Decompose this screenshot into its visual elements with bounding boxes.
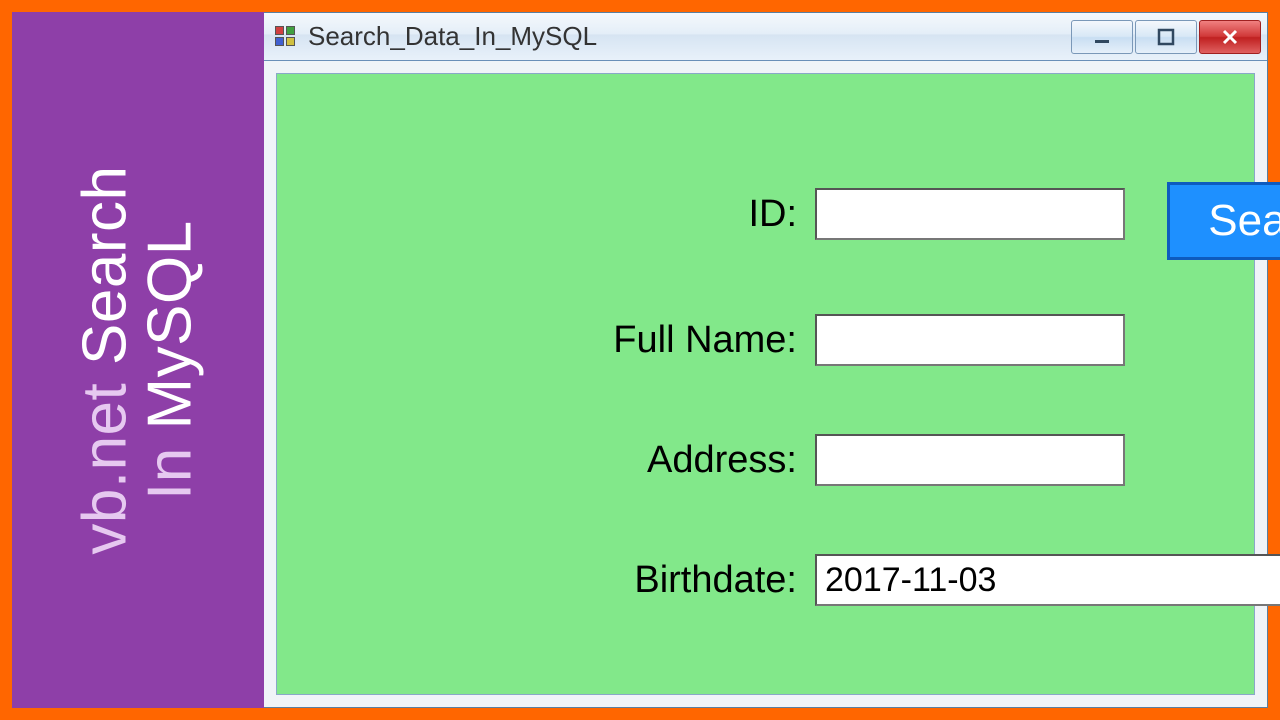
banner-search-word: Search bbox=[71, 165, 140, 364]
app-window: Search_Data_In_MySQL bbox=[264, 12, 1268, 708]
app-icon bbox=[274, 25, 298, 49]
birthdate-value: 2017-11-03 bbox=[825, 561, 996, 600]
birthdate-field[interactable]: 2017-11-03 bbox=[815, 554, 1280, 606]
form-panel: ID: Search Full Name: Address: Birthdate… bbox=[276, 73, 1255, 695]
banner-mysql-word: MySQL bbox=[136, 220, 205, 429]
birthdate-label: Birthdate: bbox=[577, 559, 815, 602]
close-icon bbox=[1219, 26, 1241, 48]
search-button[interactable]: Search bbox=[1167, 182, 1280, 260]
side-banner: vb.net Search In MySQL bbox=[12, 12, 264, 708]
id-field[interactable] bbox=[815, 188, 1125, 240]
fullname-label: Full Name: bbox=[577, 319, 815, 362]
address-field[interactable] bbox=[815, 434, 1125, 486]
address-label: Address: bbox=[577, 439, 815, 482]
id-label: ID: bbox=[577, 193, 815, 236]
close-button[interactable] bbox=[1199, 20, 1261, 54]
maximize-icon bbox=[1155, 26, 1177, 48]
minimize-icon bbox=[1091, 26, 1113, 48]
minimize-button[interactable] bbox=[1071, 20, 1133, 54]
outer-frame: vb.net Search In MySQL Search_Data_In_My… bbox=[12, 12, 1268, 708]
window-title: Search_Data_In_MySQL bbox=[308, 21, 597, 52]
banner-in-word: In bbox=[136, 447, 205, 500]
maximize-button[interactable] bbox=[1135, 20, 1197, 54]
titlebar[interactable]: Search_Data_In_MySQL bbox=[264, 13, 1267, 61]
client-area: ID: Search Full Name: Address: Birthdate… bbox=[264, 61, 1267, 707]
fullname-field[interactable] bbox=[815, 314, 1125, 366]
banner-vbnet: vb.net bbox=[71, 383, 140, 555]
